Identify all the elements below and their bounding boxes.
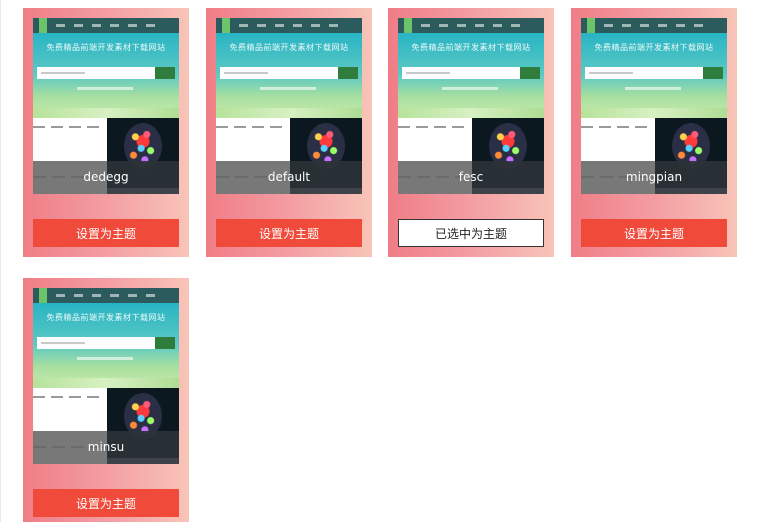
- theme-name-label: default: [267, 170, 311, 184]
- preview-search-button: [338, 67, 358, 79]
- preview-nav-bar: [216, 18, 362, 33]
- theme-thumbnail[interactable]: 免费精品前端开发素材下载网站 mingpian: [581, 18, 727, 194]
- preview-hero: 免费精品前端开发素材下载网站: [398, 33, 544, 108]
- set-theme-button[interactable]: 设置为主题: [581, 219, 727, 247]
- preview-banner-strip: [398, 108, 544, 118]
- preview-search-box: [37, 337, 155, 349]
- theme-page: 免费精品前端开发素材下载网站 dedegg 设置为主题 免费精品前端开发素材下载…: [0, 0, 777, 522]
- set-theme-button[interactable]: 设置为主题: [33, 219, 179, 247]
- theme-thumbnail[interactable]: 免费精品前端开发素材下载网站 dedegg: [33, 18, 179, 194]
- preview-search-box: [220, 67, 338, 79]
- preview-search-box: [585, 67, 703, 79]
- preview-banner-strip: [216, 108, 362, 118]
- preview-subline: [77, 357, 133, 360]
- preview-search-button: [155, 337, 175, 349]
- preview-search-button: [520, 67, 540, 79]
- preview-banner-strip: [33, 378, 179, 388]
- theme-name-label: dedegg: [83, 170, 129, 184]
- theme-thumbnail[interactable]: 免费精品前端开发素材下载网站 fesc: [398, 18, 544, 194]
- preview-subline: [625, 87, 681, 90]
- preview-banner-strip: [33, 108, 179, 118]
- preview-banner-strip: [581, 108, 727, 118]
- preview-hero: 免费精品前端开发素材下载网站: [216, 33, 362, 108]
- theme-card: 免费精品前端开发素材下载网站 dedegg 设置为主题: [23, 8, 189, 257]
- selected-theme-button[interactable]: 已选中为主题: [398, 219, 544, 247]
- theme-card: 免费精品前端开发素材下载网站 mingpian 设置为主题: [571, 8, 737, 257]
- preview-nav-bar: [398, 18, 544, 33]
- preview-headline: 免费精品前端开发素材下载网站: [594, 43, 714, 52]
- set-theme-button[interactable]: 设置为主题: [216, 219, 362, 247]
- set-theme-button[interactable]: 设置为主题: [33, 489, 179, 517]
- preview-nav-bar: [33, 288, 179, 303]
- preview-nav-bar: [581, 18, 727, 33]
- theme-thumbnail[interactable]: 免费精品前端开发素材下载网站 minsu: [33, 288, 179, 464]
- theme-name-label: minsu: [87, 440, 125, 454]
- theme-card: 免费精品前端开发素材下载网站 default 设置为主题: [206, 8, 372, 257]
- preview-search-button: [703, 67, 723, 79]
- preview-headline: 免费精品前端开发素材下载网站: [229, 43, 349, 52]
- preview-headline: 免费精品前端开发素材下载网站: [46, 43, 166, 52]
- theme-name-label: mingpian: [625, 170, 683, 184]
- preview-headline: 免费精品前端开发素材下载网站: [411, 43, 531, 52]
- preview-subline: [77, 87, 133, 90]
- preview-headline: 免费精品前端开发素材下载网站: [46, 313, 166, 322]
- preview-search-button: [155, 67, 175, 79]
- preview-search-box: [402, 67, 520, 79]
- theme-card: 免费精品前端开发素材下载网站 minsu 设置为主题: [23, 278, 189, 522]
- preview-subline: [260, 87, 316, 90]
- theme-card-selected: 免费精品前端开发素材下载网站 fesc 已选中为主题: [388, 8, 554, 257]
- preview-hero: 免费精品前端开发素材下载网站: [581, 33, 727, 108]
- preview-hero: 免费精品前端开发素材下载网站: [33, 33, 179, 108]
- preview-nav-bar: [33, 18, 179, 33]
- preview-subline: [442, 87, 498, 90]
- preview-search-box: [37, 67, 155, 79]
- theme-thumbnail[interactable]: 免费精品前端开发素材下载网站 default: [216, 18, 362, 194]
- theme-name-label: fesc: [458, 170, 484, 184]
- preview-hero: 免费精品前端开发素材下载网站: [33, 303, 179, 378]
